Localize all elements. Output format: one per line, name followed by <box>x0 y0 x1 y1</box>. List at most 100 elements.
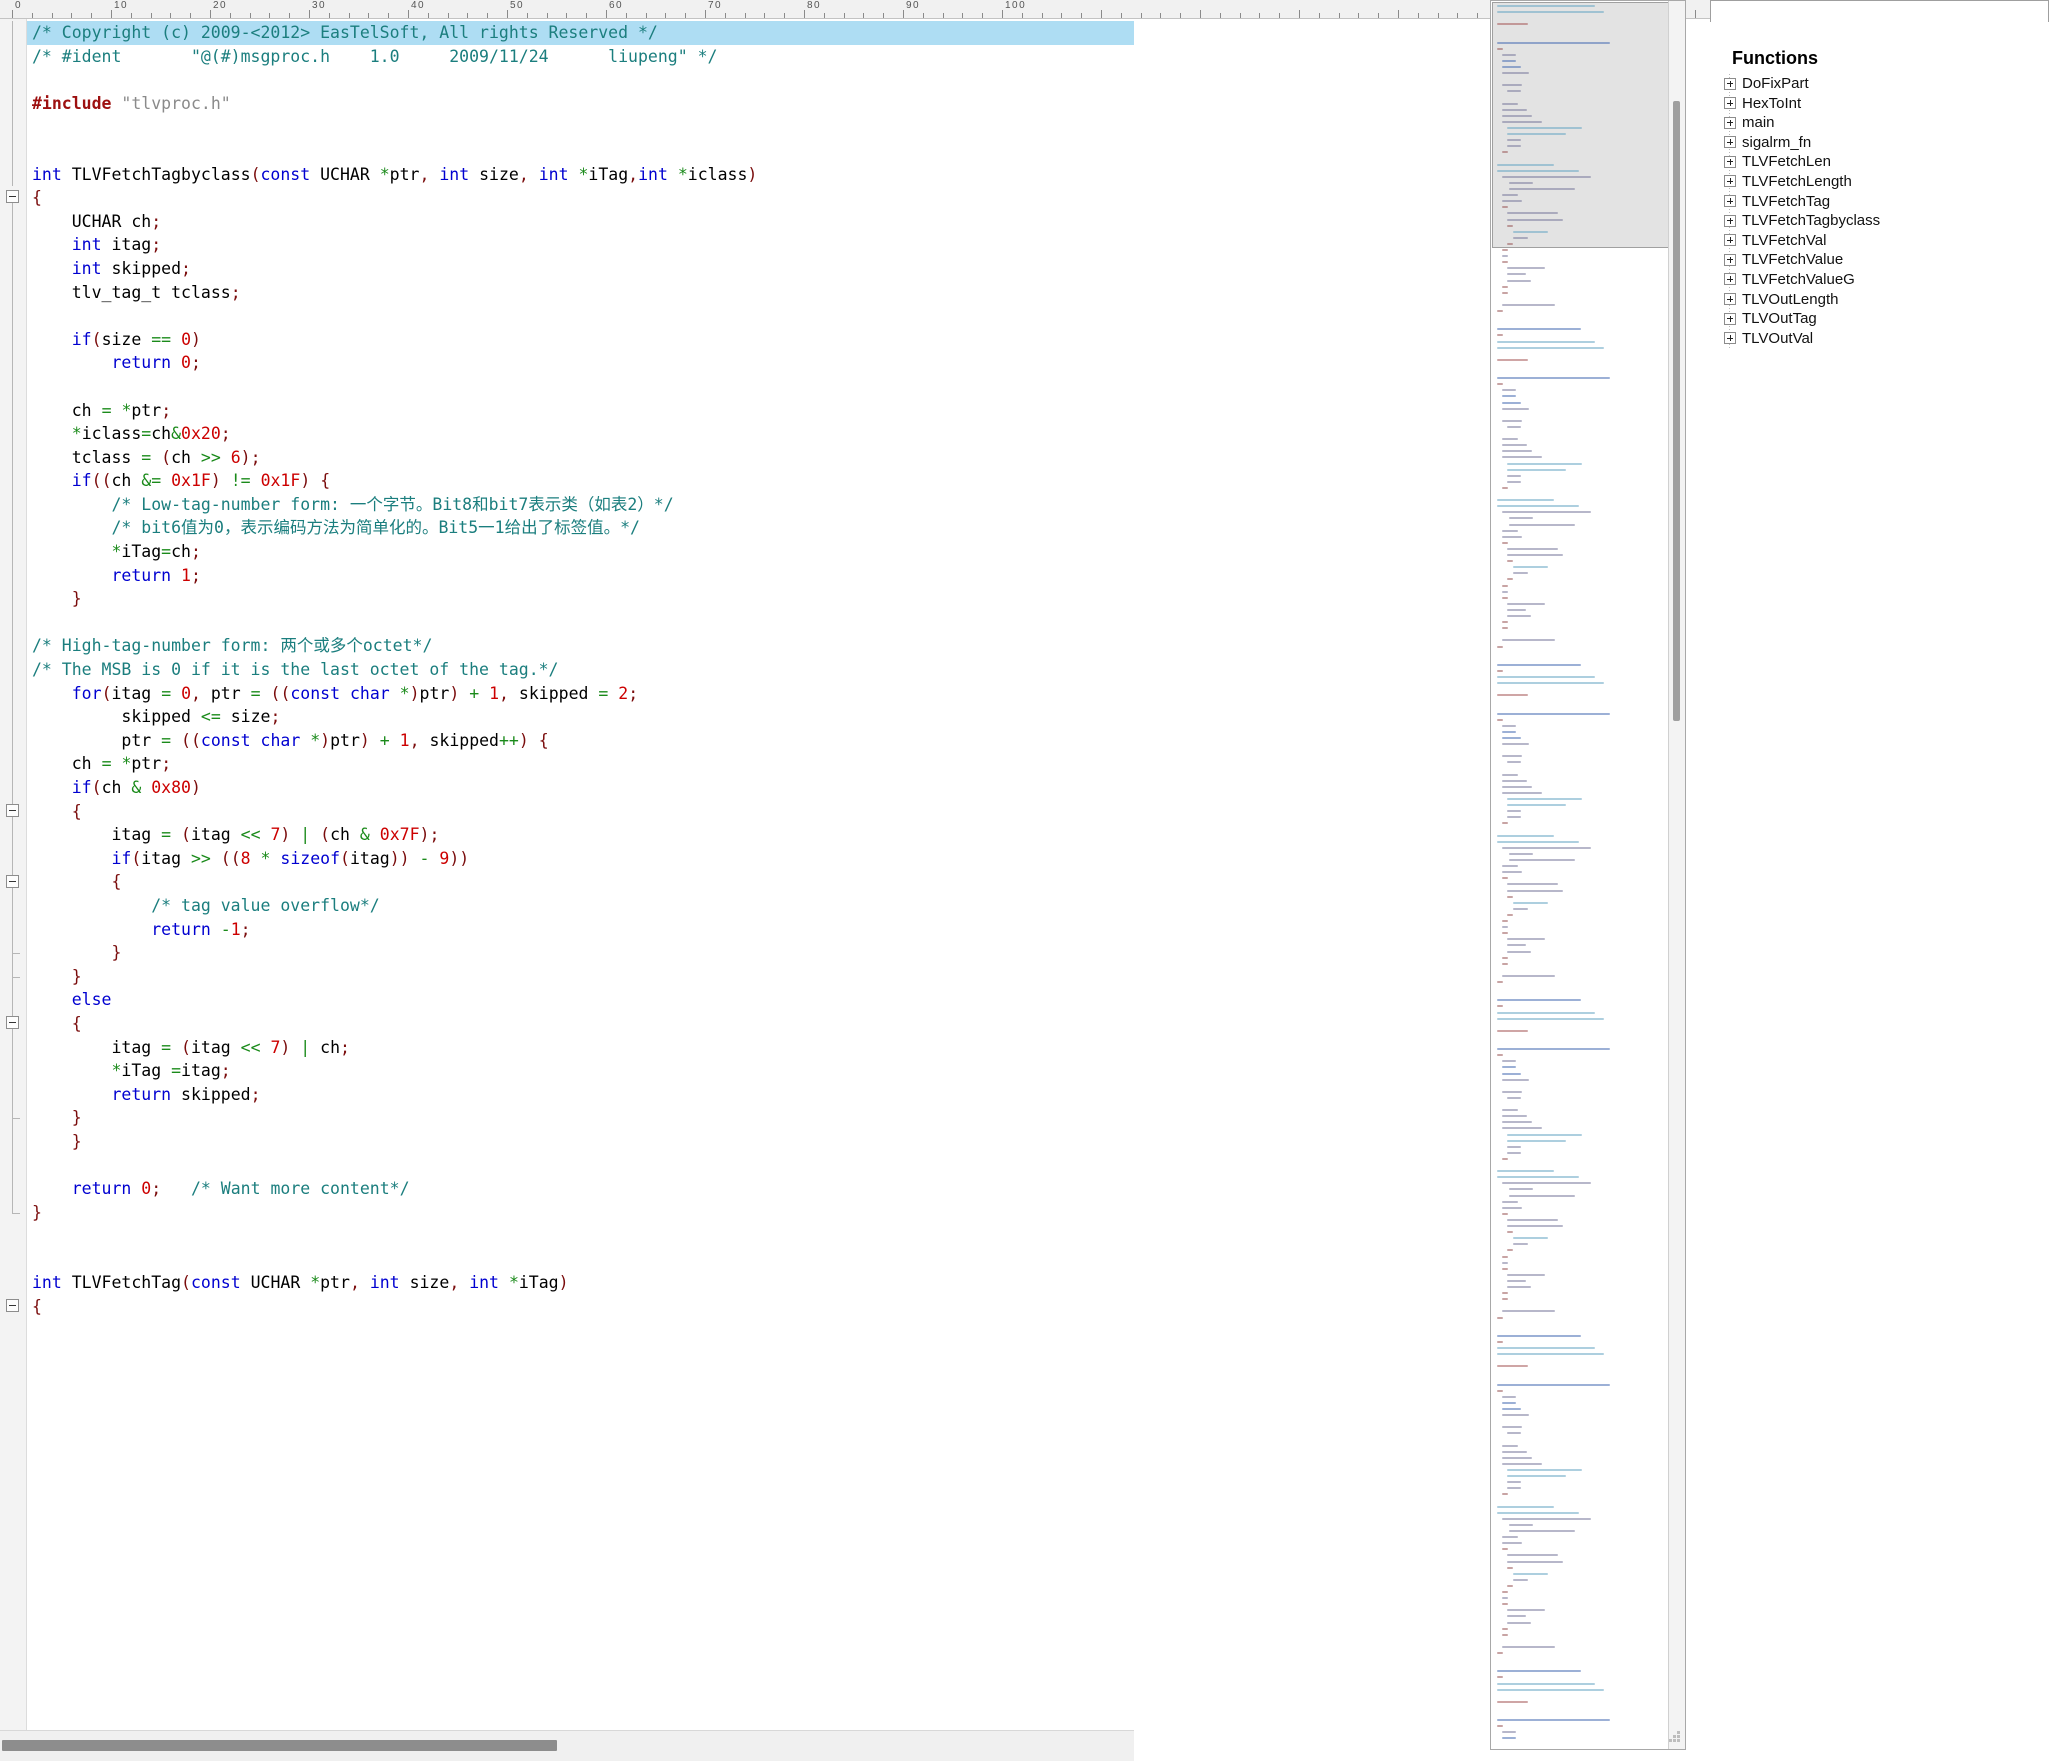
function-tree-item[interactable]: TLVOutVal <box>1718 329 2048 349</box>
function-tree-item[interactable]: main <box>1718 113 2048 133</box>
function-tree-item[interactable]: TLVFetchLength <box>1718 172 2048 192</box>
function-tree-item[interactable]: TLVFetchValueG <box>1718 270 2048 290</box>
code-line[interactable]: /* #ident "@(#)msgproc.h 1.0 2009/11/24 … <box>27 45 1134 69</box>
plus-icon[interactable] <box>1724 253 1736 266</box>
resize-grip-icon[interactable] <box>1669 1731 1681 1743</box>
plus-icon[interactable] <box>1724 77 1736 90</box>
function-tree-item[interactable]: TLVFetchValue <box>1718 250 2048 270</box>
code-line[interactable]: { <box>27 870 1134 894</box>
plus-icon[interactable] <box>1724 97 1736 110</box>
horizontal-scrollbar-thumb[interactable] <box>2 1740 557 1751</box>
plus-icon[interactable] <box>1724 116 1736 129</box>
plus-icon[interactable] <box>1724 195 1736 208</box>
code-line[interactable]: return 0; /* Want more content*/ <box>27 1177 1134 1201</box>
code-line[interactable]: } <box>27 1201 1134 1225</box>
function-tree-item[interactable]: DoFixPart <box>1718 74 2048 94</box>
document-map-panel[interactable] <box>1490 0 1686 1750</box>
fold-toggle[interactable] <box>6 803 19 817</box>
code-line[interactable]: int TLVFetchTag(const UCHAR *ptr, int si… <box>27 1271 1134 1295</box>
fold-toggle[interactable] <box>6 874 19 888</box>
code-line[interactable] <box>27 611 1134 635</box>
code-line[interactable]: } <box>27 965 1134 989</box>
function-tree-item[interactable]: TLVOutTag <box>1718 309 2048 329</box>
code-line[interactable] <box>27 1154 1134 1178</box>
code-line[interactable]: if(ch & 0x80) <box>27 776 1134 800</box>
fold-toggle[interactable] <box>6 190 19 204</box>
plus-icon[interactable] <box>1724 175 1736 188</box>
code-line[interactable]: ptr = ((const char *)ptr) + 1, skipped++… <box>27 729 1134 753</box>
code-line[interactable]: ch = *ptr; <box>27 399 1134 423</box>
code-editor[interactable]: /* Copyright (c) 2009-<2012> EasTelSoft,… <box>0 19 1134 1731</box>
fold-gutter[interactable] <box>0 19 27 1731</box>
code-line[interactable] <box>27 304 1134 328</box>
document-map-viewport[interactable] <box>1492 2 1678 248</box>
code-line[interactable] <box>27 68 1134 92</box>
code-line[interactable]: *iclass=ch&0x20; <box>27 422 1134 446</box>
code-line[interactable]: tclass = (ch >> 6); <box>27 446 1134 470</box>
plus-icon[interactable] <box>1724 136 1736 149</box>
preview-scrollbar-thumb[interactable] <box>1673 101 1680 721</box>
function-tree-item[interactable]: TLVFetchLen <box>1718 152 2048 172</box>
code-line[interactable]: int TLVFetchTagbyclass(const UCHAR *ptr,… <box>27 163 1134 187</box>
code-line[interactable]: { <box>27 186 1134 210</box>
code-line[interactable] <box>27 1224 1134 1248</box>
code-line[interactable]: /* bit6值为0，表示编码方法为简单化的。Bit5一1给出了标签值。*/ <box>27 516 1134 540</box>
code-line[interactable]: if((ch &= 0x1F) != 0x1F) { <box>27 469 1134 493</box>
function-tree-item[interactable]: TLVFetchTag <box>1718 192 2048 212</box>
code-line[interactable]: *iTag =itag; <box>27 1059 1134 1083</box>
code-line[interactable]: else <box>27 988 1134 1012</box>
editor-horizontal-scrollbar[interactable] <box>0 1730 1134 1761</box>
plus-icon[interactable] <box>1724 332 1736 345</box>
code-line[interactable]: } <box>27 941 1134 965</box>
code-line[interactable]: itag = (itag << 7) | (ch & 0x7F); <box>27 823 1134 847</box>
fold-toggle[interactable] <box>6 1016 19 1030</box>
function-tree-item[interactable]: HexToInt <box>1718 94 2048 114</box>
code-line[interactable]: if(itag >> ((8 * sizeof(itag)) - 9)) <box>27 847 1134 871</box>
code-line[interactable] <box>27 139 1134 163</box>
fold-toggle[interactable] <box>6 1299 19 1313</box>
code-line[interactable]: /* The MSB is 0 if it is the last octet … <box>27 658 1134 682</box>
plus-icon[interactable] <box>1724 214 1736 227</box>
code-line[interactable]: int itag; <box>27 233 1134 257</box>
code-line[interactable]: UCHAR ch; <box>27 210 1134 234</box>
code-line[interactable]: } <box>27 1106 1134 1130</box>
code-line[interactable] <box>27 115 1134 139</box>
code-line[interactable]: /* tag value overflow*/ <box>27 894 1134 918</box>
code-line[interactable]: { <box>27 1295 1134 1319</box>
plus-icon[interactable] <box>1724 273 1736 286</box>
code-line[interactable] <box>27 1248 1134 1272</box>
functions-tree[interactable]: DoFixPart HexToInt main sigalrm_fn TLVFetchL… <box>1718 74 2048 349</box>
code-line[interactable]: ch = *ptr; <box>27 752 1134 776</box>
code-line[interactable]: for(itag = 0, ptr = ((const char *)ptr) … <box>27 682 1134 706</box>
function-tree-item[interactable]: TLVOutLength <box>1718 290 2048 310</box>
preview-vertical-scrollbar[interactable] <box>1668 1 1685 1749</box>
code-line[interactable]: int skipped; <box>27 257 1134 281</box>
code-line[interactable]: } <box>27 1130 1134 1154</box>
code-line[interactable]: if(size == 0) <box>27 328 1134 352</box>
plus-icon[interactable] <box>1724 234 1736 247</box>
code-line[interactable]: { <box>27 800 1134 824</box>
code-line[interactable]: } <box>27 587 1134 611</box>
code-line[interactable]: /* Low-tag-number form: 一个字节。Bit8和bit7表示… <box>27 493 1134 517</box>
code-line[interactable] <box>27 375 1134 399</box>
code-content[interactable]: /* Copyright (c) 2009-<2012> EasTelSoft,… <box>27 19 1134 1731</box>
code-line[interactable]: return 0; <box>27 351 1134 375</box>
code-line[interactable]: skipped <= size; <box>27 705 1134 729</box>
code-line[interactable]: /* High-tag-number form: 两个或多个octet*/ <box>27 634 1134 658</box>
code-line[interactable]: { <box>27 1012 1134 1036</box>
code-line[interactable]: return skipped; <box>27 1083 1134 1107</box>
plus-icon[interactable] <box>1724 312 1736 325</box>
plus-icon[interactable] <box>1724 293 1736 306</box>
plus-icon[interactable] <box>1724 155 1736 168</box>
code-line[interactable]: /* Copyright (c) 2009-<2012> EasTelSoft,… <box>27 21 1134 45</box>
code-line[interactable]: tlv_tag_t tclass; <box>27 281 1134 305</box>
code-line[interactable]: *iTag=ch; <box>27 540 1134 564</box>
code-line[interactable]: #include "tlvproc.h" <box>27 92 1134 116</box>
code-line[interactable]: return 1; <box>27 564 1134 588</box>
code-line[interactable]: itag = (itag << 7) | ch; <box>27 1036 1134 1060</box>
function-name: TLVFetchLen <box>1742 153 1831 171</box>
function-tree-item[interactable]: TLVFetchVal <box>1718 231 2048 251</box>
function-tree-item[interactable]: TLVFetchTagbyclass <box>1718 211 2048 231</box>
code-line[interactable]: return -1; <box>27 918 1134 942</box>
function-tree-item[interactable]: sigalrm_fn <box>1718 133 2048 153</box>
